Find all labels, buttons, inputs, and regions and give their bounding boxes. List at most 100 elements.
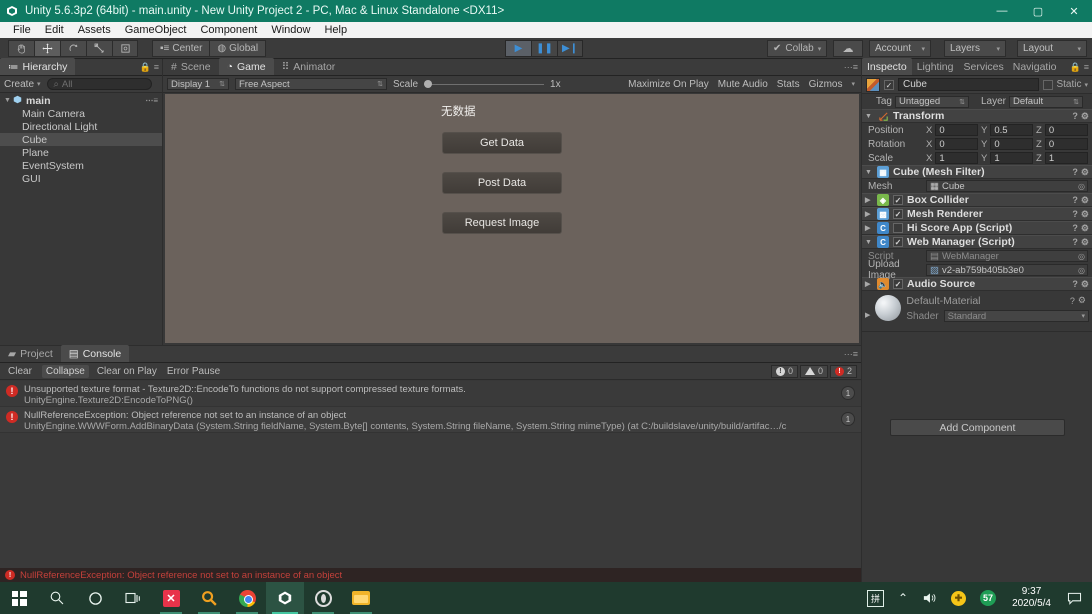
gear-icon[interactable]: ⚙	[1081, 195, 1089, 206]
hierarchy-item-directional-light[interactable]: Directional Light	[0, 120, 162, 133]
tab-scene[interactable]: # Scene	[163, 58, 219, 75]
pivot-mode-button[interactable]: ▪≡ Center	[152, 39, 210, 57]
tag-dropdown[interactable]: Untagged ⇅	[895, 95, 969, 108]
task-view-button[interactable]	[114, 582, 152, 614]
panel-menu-icon[interactable]: ≡	[154, 62, 159, 73]
static-toggle[interactable]: Static ▾	[1043, 79, 1088, 90]
panel-menu-icon[interactable]: ⋯≡	[844, 349, 858, 360]
help-icon[interactable]: ?	[1072, 279, 1078, 289]
hi-score-app-enabled-checkbox[interactable]	[893, 223, 903, 233]
create-button[interactable]: Create ▾	[4, 79, 41, 90]
clear-button[interactable]: Clear	[4, 366, 36, 377]
tab-game[interactable]: ◔ Game	[218, 58, 274, 75]
rotate-tool-icon[interactable]	[60, 39, 86, 57]
tab-animator[interactable]: ⠿ Animator	[274, 58, 344, 75]
object-enabled-checkbox[interactable]	[884, 79, 894, 90]
box-collider-enabled-checkbox[interactable]	[893, 195, 903, 205]
chevron-down-icon[interactable]: ▼	[4, 97, 13, 104]
help-icon[interactable]: ?	[1072, 167, 1078, 177]
chevron-down-icon[interactable]: ▼	[865, 113, 873, 120]
maximize-on-play-toggle[interactable]: Maximize On Play	[628, 79, 709, 90]
shader-dropdown[interactable]: Standard ▾	[943, 310, 1089, 322]
position-x-input[interactable]: 0	[935, 124, 978, 136]
help-icon[interactable]: ?	[1072, 223, 1078, 233]
help-icon[interactable]: ?	[1070, 296, 1075, 306]
chevron-down-icon[interactable]: ▼	[865, 169, 873, 176]
lock-icon[interactable]: 🔒	[1070, 62, 1081, 73]
move-tool-icon[interactable]	[34, 39, 60, 57]
panel-menu-icon[interactable]: ⋯≡	[844, 62, 858, 73]
help-icon[interactable]: ?	[1072, 209, 1078, 219]
layout-button[interactable]: Layout ▾	[1017, 40, 1087, 57]
gizmos-dropdown[interactable]: Gizmos	[809, 79, 843, 90]
rotation-z-input[interactable]: 0	[1044, 138, 1088, 150]
upload-image-object-field[interactable]: ▨ v2-ab759b405b3e0 ◎	[926, 264, 1088, 276]
notification-center-button[interactable]	[1061, 592, 1088, 605]
rotation-x-input[interactable]: 0	[935, 138, 978, 150]
tab-console[interactable]: ▤ Console	[60, 345, 130, 362]
close-button[interactable]: ✕	[1056, 0, 1092, 22]
mesh-object-field[interactable]: ▦ Cube ◎	[926, 180, 1088, 192]
hand-tool-icon[interactable]	[8, 39, 34, 57]
gear-icon[interactable]: ⚙	[1078, 295, 1086, 306]
menu-item-assets[interactable]: Assets	[71, 22, 118, 38]
pivot-space-button[interactable]: ◍ Global	[209, 39, 267, 57]
audio-source-enabled-checkbox[interactable]	[893, 279, 903, 289]
scale-z-input[interactable]: 1	[1044, 152, 1088, 164]
obs-app[interactable]	[304, 582, 342, 614]
chevron-right-icon[interactable]: ▶	[865, 210, 873, 218]
aspect-dropdown[interactable]: Free Aspect ⇅	[235, 78, 387, 90]
chevron-right-icon[interactable]: ▶	[865, 196, 873, 204]
menu-item-help[interactable]: Help	[317, 22, 354, 38]
scale-knob[interactable]	[424, 80, 433, 88]
ime-indicator[interactable]: 拼	[861, 589, 890, 607]
post-data-button[interactable]: Post Data	[442, 172, 562, 194]
component-header-web-manager[interactable]: ▼ C Web Manager (Script) ?⚙	[862, 235, 1092, 249]
badge-indicator[interactable]: 57	[974, 590, 1002, 606]
chevron-right-icon[interactable]: ▶	[865, 311, 870, 319]
menu-item-window[interactable]: Window	[264, 22, 317, 38]
component-header-transform[interactable]: ▼ Transform ? ⚙	[862, 109, 1092, 123]
lock-icon[interactable]: 🔒	[140, 62, 151, 73]
chevron-down-icon[interactable]: ▾	[851, 80, 855, 88]
component-header-mesh-renderer[interactable]: ▶ ▩ Mesh Renderer ?⚙	[862, 207, 1092, 221]
maximize-button[interactable]: ▢	[1020, 0, 1056, 22]
info-count[interactable]: ! 0	[770, 364, 798, 378]
account-button[interactable]: Account ▾	[869, 40, 931, 57]
menu-item-edit[interactable]: Edit	[38, 22, 71, 38]
web-manager-enabled-checkbox[interactable]	[893, 237, 903, 247]
mute-audio-toggle[interactable]: Mute Audio	[718, 79, 768, 90]
console-message-list[interactable]: ! Unsupported texture format - Texture2D…	[0, 381, 861, 568]
clock[interactable]: 9:37 2020/5/4	[1004, 586, 1059, 610]
minimize-button[interactable]: —	[984, 0, 1020, 22]
position-y-input[interactable]: 0.5	[990, 124, 1033, 136]
console-message-row[interactable]: ! Unsupported texture format - Texture2D…	[0, 381, 861, 407]
chevron-right-icon[interactable]: ▶	[865, 224, 873, 232]
cortana-button[interactable]	[76, 582, 114, 614]
gear-icon[interactable]: ⚙	[1081, 237, 1089, 248]
add-component-button[interactable]: Add Component	[890, 419, 1065, 436]
start-button[interactable]	[0, 582, 38, 614]
tab-lighting[interactable]: Lighting	[912, 58, 959, 75]
tab-inspector[interactable]: Inspecto	[862, 58, 912, 75]
get-data-button[interactable]: Get Data	[442, 132, 562, 154]
tab-services[interactable]: Services	[958, 58, 1008, 75]
warning-count[interactable]: 0	[799, 364, 828, 378]
chevron-down-icon[interactable]: ▼	[865, 239, 873, 246]
object-picker-icon[interactable]: ◎	[1078, 266, 1085, 275]
tray-expand-button[interactable]: ⌃	[892, 591, 914, 605]
clear-on-play-button[interactable]: Clear on Play	[95, 366, 159, 377]
menu-item-file[interactable]: File	[6, 22, 38, 38]
cloud-icon[interactable]: ☁	[833, 40, 863, 57]
game-canvas[interactable]: 无数据 Get Data Post Data Request Image	[165, 94, 859, 343]
menu-item-component[interactable]: Component	[193, 22, 264, 38]
gear-icon[interactable]: ⚙	[1081, 111, 1089, 122]
tab-project[interactable]: ▰ Project	[0, 345, 61, 362]
menu-item-gameobject[interactable]: GameObject	[118, 22, 194, 38]
scale-x-input[interactable]: 1	[935, 152, 978, 164]
hierarchy-item-gui[interactable]: GUI	[0, 172, 162, 185]
console-message-row[interactable]: ! NullReferenceException: Object referen…	[0, 407, 861, 433]
mesh-renderer-enabled-checkbox[interactable]	[893, 209, 903, 219]
hierarchy-item-cube[interactable]: Cube	[0, 133, 162, 146]
chrome-app[interactable]	[228, 582, 266, 614]
